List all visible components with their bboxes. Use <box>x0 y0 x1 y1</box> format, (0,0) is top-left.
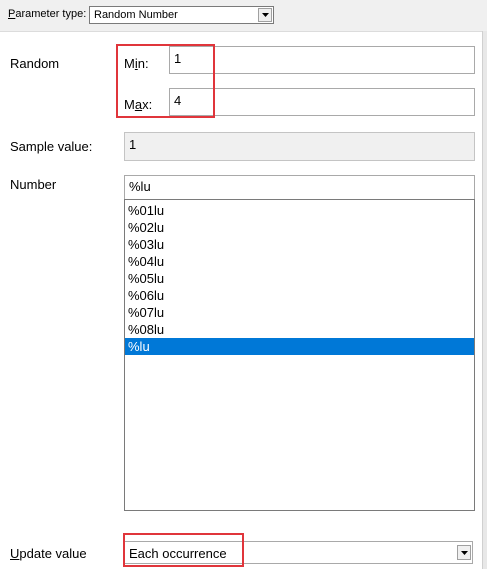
chevron-down-icon[interactable] <box>457 545 471 560</box>
sample-value-field: 1 <box>124 132 475 161</box>
parameter-type-value: Random Number <box>94 9 178 21</box>
list-item[interactable]: %07lu <box>125 304 474 321</box>
list-item[interactable]: %08lu <box>125 321 474 338</box>
number-format-input[interactable]: %lu <box>124 175 475 200</box>
number-label: Number <box>10 177 57 192</box>
list-item[interactable]: %05lu <box>125 270 474 287</box>
list-item[interactable]: %02lu <box>125 219 474 236</box>
chevron-down-icon[interactable] <box>258 8 272 22</box>
right-edge <box>482 31 487 569</box>
parameter-type-dropdown[interactable]: Random Number <box>89 6 274 24</box>
sample-value-label: Sample value: <box>10 139 93 154</box>
list-item[interactable]: %03lu <box>125 236 474 253</box>
list-item[interactable]: %06lu <box>125 287 474 304</box>
min-max-highlight <box>116 44 215 118</box>
parameter-type-label: Parameter type: <box>8 8 87 20</box>
update-value-label: Update value <box>10 546 87 561</box>
random-label: Random <box>10 56 60 71</box>
number-format-list[interactable]: %01lu %02lu %03lu %04lu %05lu %06lu %07lu %08lu… <box>124 199 475 511</box>
update-value-highlight <box>123 533 244 567</box>
list-item[interactable]: %01lu <box>125 202 474 219</box>
list-item[interactable]: %04lu <box>125 253 474 270</box>
list-item[interactable]: %lu <box>125 338 474 355</box>
